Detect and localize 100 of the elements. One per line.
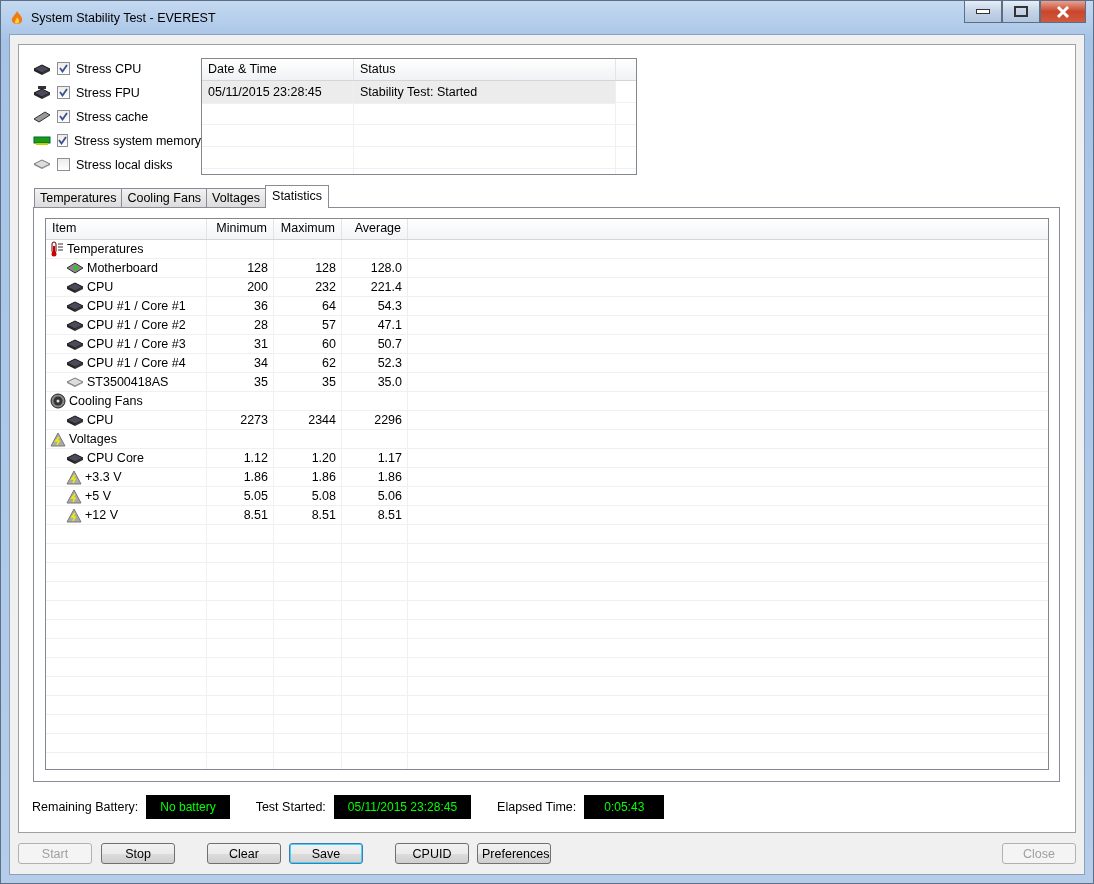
close-icon xyxy=(1056,5,1070,18)
item-label: CPU xyxy=(87,280,114,295)
item-label: CPU #1 / Core #1 xyxy=(87,299,186,314)
dialog-button[interactable]: Clear xyxy=(207,843,281,864)
status-label: Elapsed Time: xyxy=(497,800,577,815)
thermometer-icon xyxy=(50,241,64,258)
table-cell-text: 1.86 xyxy=(376,468,403,486)
table-cell-text: 60 xyxy=(321,335,337,353)
warning-icon xyxy=(66,507,82,523)
item-label: +12 V xyxy=(85,508,118,523)
table-cell-text: 1.17 xyxy=(376,449,403,467)
column-header[interactable]: Minimum xyxy=(207,218,274,239)
item-label: Motherboard xyxy=(87,261,158,276)
status-label: Test Started: xyxy=(255,800,326,815)
table-cell-text: 64 xyxy=(321,297,337,315)
window-title: System Stability Test - EVEREST xyxy=(31,10,216,25)
table-cell-text: 36 xyxy=(253,297,269,315)
item-label: CPU #1 / Core #2 xyxy=(87,318,186,333)
table-cell-text: 35.0 xyxy=(376,373,403,391)
minimize-button[interactable] xyxy=(964,1,1002,23)
maximize-button[interactable] xyxy=(1002,1,1040,23)
flame-icon xyxy=(9,9,25,26)
item-label: CPU Core xyxy=(87,451,144,466)
column-header[interactable]: Status xyxy=(354,59,616,80)
status-value: 05/11/2015 23:28:45 xyxy=(333,795,472,820)
chip-icon xyxy=(66,318,84,333)
table-cell-text: 2296 xyxy=(373,411,403,429)
chip-icon xyxy=(66,299,84,314)
memory-icon xyxy=(33,135,51,146)
chip-icon xyxy=(66,356,84,371)
dialog-button[interactable]: Save xyxy=(289,843,363,864)
warning-icon xyxy=(66,488,82,504)
table-cell-text: 35 xyxy=(321,373,337,391)
item-label: CPU #1 / Core #4 xyxy=(87,356,186,371)
table-cell-text: 8.51 xyxy=(310,506,337,524)
chip-icon xyxy=(33,85,51,100)
table-cell-text: 1.86 xyxy=(310,468,337,486)
table-cell-text: 47.1 xyxy=(376,316,403,334)
table-cell-text: 2344 xyxy=(307,411,337,429)
checkbox-label: Stress cache xyxy=(76,109,149,124)
table-cell-text: 8.51 xyxy=(376,506,403,524)
checkbox[interactable] xyxy=(57,62,70,75)
chip-icon xyxy=(66,413,84,428)
checkbox-label: Stress local disks xyxy=(76,157,173,172)
checkbox-label: Stress CPU xyxy=(76,61,142,76)
table-cell-text: 1.86 xyxy=(242,468,269,486)
dialog-button[interactable]: CPUID xyxy=(395,843,469,864)
table-cell-text: 1.20 xyxy=(310,449,337,467)
table-cell-text: 57 xyxy=(321,316,337,334)
table-cell-text: 31 xyxy=(253,335,269,353)
column-header[interactable]: Date & Time xyxy=(202,59,354,80)
table-cell-text: 54.3 xyxy=(376,297,403,315)
item-label: CPU xyxy=(87,413,114,428)
column-header[interactable]: Maximum xyxy=(274,218,342,239)
column-header[interactable]: Average xyxy=(342,218,408,239)
checkbox[interactable] xyxy=(57,158,70,171)
table-cell-text: 1.12 xyxy=(242,449,269,467)
table-cell-text: 128.0 xyxy=(369,259,403,277)
checkbox-label: Stress system memory xyxy=(74,133,202,148)
table-cell-text: 2273 xyxy=(239,411,269,429)
dialog-button[interactable]: Stop xyxy=(101,843,175,864)
checkbox[interactable] xyxy=(57,134,68,147)
fan-icon xyxy=(50,393,66,410)
table-cell-text: 50.7 xyxy=(376,335,403,353)
group-label: Voltages xyxy=(69,432,117,447)
tab[interactable]: Cooling Fans xyxy=(121,187,208,208)
group-label: Cooling Fans xyxy=(69,394,143,409)
status-label: Remaining Battery: xyxy=(32,800,139,815)
table-cell-text: 221.4 xyxy=(369,278,403,296)
status-value: No battery xyxy=(146,795,230,820)
item-label: ST3500418AS xyxy=(87,375,169,390)
table-cell-text: 62 xyxy=(321,354,337,372)
item-label: +3.3 V xyxy=(85,470,122,485)
circuit-board-icon xyxy=(66,262,84,275)
checkbox[interactable] xyxy=(57,110,70,123)
table-cell-text: 5.08 xyxy=(310,487,337,505)
warning-icon xyxy=(50,431,66,447)
tab[interactable]: Temperatures xyxy=(34,187,123,208)
minimize-icon xyxy=(976,9,990,14)
checkbox-label: Stress FPU xyxy=(76,85,140,100)
warning-icon xyxy=(66,469,82,485)
checkbox[interactable] xyxy=(57,86,70,99)
chip-icon xyxy=(66,451,84,466)
maximize-icon xyxy=(1014,6,1028,17)
chip-icon xyxy=(33,110,51,123)
table-cell-text: 35 xyxy=(253,373,269,391)
tab[interactable]: Statistics xyxy=(265,184,330,208)
log-cell: Stability Test: Started xyxy=(354,81,616,104)
dialog-button[interactable]: Preferences xyxy=(477,843,551,864)
group-label: Temperatures xyxy=(67,242,144,257)
table-cell-text: 5.05 xyxy=(242,487,269,505)
log-cell: 05/11/2015 23:28:45 xyxy=(202,81,354,104)
close-button[interactable] xyxy=(1040,1,1086,23)
column-header[interactable]: Item xyxy=(46,218,207,239)
tab[interactable]: Voltages xyxy=(206,187,267,208)
table-cell-text: 200 xyxy=(246,278,269,296)
item-label: +5 V xyxy=(85,489,112,504)
table-cell-text: 52.3 xyxy=(376,354,403,372)
table-cell-text: 232 xyxy=(314,278,337,296)
table-cell-text: 28 xyxy=(253,316,269,334)
